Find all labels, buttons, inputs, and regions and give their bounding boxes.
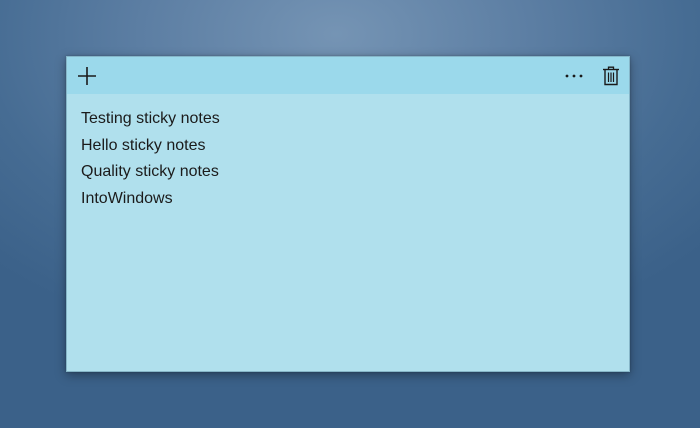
plus-icon [76,65,98,87]
trash-icon [602,66,620,86]
note-line: Quality sticky notes [81,159,615,186]
note-line: IntoWindows [81,186,615,213]
delete-note-button[interactable] [596,61,626,91]
note-line: Hello sticky notes [81,133,615,160]
more-options-button[interactable] [559,61,589,91]
add-note-button[interactable] [72,61,102,91]
note-text-area[interactable]: Testing sticky notes Hello sticky notes … [81,106,615,361]
note-titlebar[interactable] [67,57,629,94]
note-line: Testing sticky notes [81,106,615,133]
sticky-note-window: Testing sticky notes Hello sticky notes … [66,56,630,372]
ellipsis-icon [563,71,585,81]
